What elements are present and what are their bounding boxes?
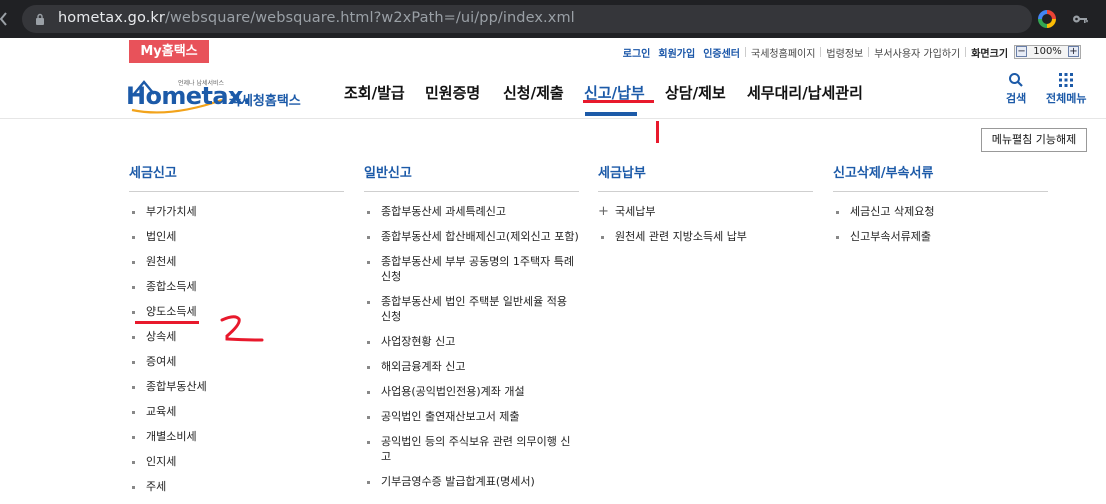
menu-list: 세금신고 삭제요청 신고부속서류제출 <box>833 204 1048 244</box>
login-link[interactable]: 로그인 <box>623 45 651 60</box>
search-icon <box>1009 73 1023 87</box>
logo-subtitle: 국세청홈택스 <box>229 94 301 109</box>
menu-item-income-tax[interactable]: 종합소득세 <box>129 279 344 294</box>
column-title[interactable]: 세금납부 <box>598 162 813 184</box>
menu-item-liquor-tax[interactable]: 주세 <box>129 479 344 494</box>
menu-item-local-income-tax-payment[interactable]: 원천세 관련 지방소득세 납부 <box>598 229 813 244</box>
header-divider <box>0 118 1106 119</box>
search-button[interactable]: 검색 <box>1006 72 1026 106</box>
gnb-item-certificate[interactable]: 민원증명 <box>425 82 480 106</box>
url-host: hometax.go.kr <box>58 10 165 26</box>
menu-item-crest-corporate-rate[interactable]: 종합부동산세 법인 주택분 일반세율 적용 신청 <box>364 294 579 324</box>
column-divider <box>364 191 579 192</box>
column-title[interactable]: 일반신고 <box>364 162 579 184</box>
zoom-in-button[interactable]: + <box>1068 46 1079 57</box>
browser-address-bar: hometax.go.kr/websquare/websquare.html?w… <box>0 0 1106 38</box>
menu-item-delete-request[interactable]: 세금신고 삭제요청 <box>833 204 1048 219</box>
menu-item-vat[interactable]: 부가가치세 <box>129 204 344 219</box>
menu-item-crest-joint-owner[interactable]: 종합부동산세 부부 공동명의 1주택자 특례 신청 <box>364 254 579 284</box>
gnb-item-inquiry[interactable]: 조회/발급 <box>344 82 405 106</box>
menu-item-overseas-account[interactable]: 해외금융계좌 신고 <box>364 359 579 374</box>
zoom-value: 100% <box>1033 46 1062 57</box>
hometax-logo[interactable]: 언제나 납세서비스 Hometax. 국세청홈택스 <box>126 72 312 116</box>
dept-user-signup-link[interactable]: 부서사용자 가입하기 <box>874 45 960 60</box>
divider <box>820 47 822 57</box>
menu-list: 종합부동산세 과세특례신고 종합부동산세 합산배제신고(제외신고 포함) 종합부… <box>364 204 579 489</box>
annotation-underline-report-payment <box>583 100 654 103</box>
menu-item-stamp-tax[interactable]: 인지세 <box>129 454 344 469</box>
gnb-item-application[interactable]: 신청/제출 <box>503 82 564 106</box>
key-icon[interactable] <box>1072 12 1088 26</box>
menu-item-business-account[interactable]: 사업용(공익법인전용)계좌 개설 <box>364 384 579 399</box>
url-path: /websquare/websquare.html?w2xPath=/ui/pp… <box>164 10 575 26</box>
menu-column-general-report: 일반신고 종합부동산세 과세특례신고 종합부동산세 합산배제신고(제외신고 포함… <box>364 162 579 499</box>
menu-item-individual-consumption-tax[interactable]: 개별소비세 <box>129 429 344 444</box>
gnb-item-tax-agent[interactable]: 세무대리/납세관리 <box>747 82 863 106</box>
nts-homepage-link[interactable]: 국세청홈페이지 <box>751 45 815 60</box>
google-icon[interactable] <box>1038 10 1056 28</box>
menu-item-attach-documents[interactable]: 신고부속서류제출 <box>833 229 1048 244</box>
menu-item-national-tax-payment[interactable]: 국세납부 <box>598 204 813 219</box>
all-menu-button[interactable]: 전체메뉴 <box>1046 72 1086 106</box>
search-label: 검색 <box>1006 92 1027 105</box>
divider <box>965 47 967 57</box>
my-hometax-tab[interactable]: My홈택스 <box>129 40 209 63</box>
menu-list: 부가가치세 법인세 원천세 종합소득세 양도소득세 상속세 증여세 종합부동산세… <box>129 204 344 494</box>
column-divider <box>833 191 1048 192</box>
cert-center-link[interactable]: 인증센터 <box>703 45 740 60</box>
zoom-out-button[interactable]: − <box>1016 46 1028 57</box>
gnb-active-indicator <box>585 112 637 116</box>
annotation-number-two <box>220 315 264 342</box>
gnb-item-consult[interactable]: 상담/제보 <box>665 82 726 106</box>
menu-item-corporate-tax[interactable]: 법인세 <box>129 229 344 244</box>
signup-link[interactable]: 회원가입 <box>658 45 695 60</box>
url-text: hometax.go.kr/websquare/websquare.html?w… <box>58 10 575 26</box>
annotation-number-one <box>656 121 659 143</box>
chevron-left-icon[interactable] <box>0 12 8 26</box>
menu-item-education-tax[interactable]: 교육세 <box>129 404 344 419</box>
menu-item-business-status[interactable]: 사업장현황 신고 <box>364 334 579 349</box>
menu-item-public-corp-stock[interactable]: 공익법인 등의 주식보유 관련 의무이행 신고 <box>364 434 579 464</box>
zoom-control: − 100% + <box>1014 45 1081 59</box>
menu-item-withholding-tax[interactable]: 원천세 <box>129 254 344 269</box>
menu-column-delete-attach: 신고삭제/부속서류 세금신고 삭제요청 신고부속서류제출 <box>833 162 1048 254</box>
all-menu-label: 전체메뉴 <box>1046 92 1087 105</box>
annotation-underline-capital-gains <box>135 321 199 324</box>
divider <box>745 47 747 57</box>
grid-menu-icon <box>1059 73 1074 87</box>
menu-fold-toggle-button[interactable]: 메뉴펼침 기능해제 <box>981 128 1087 152</box>
menu-column-tax-payment: 세금납부 국세납부 원천세 관련 지방소득세 납부 <box>598 162 813 254</box>
menu-item-donation-receipt[interactable]: 기부금영수증 발급합계표(명세서) <box>364 474 579 489</box>
lock-icon <box>36 13 44 25</box>
column-divider <box>129 191 344 192</box>
column-title[interactable]: 신고삭제/부속서류 <box>833 162 1048 184</box>
menu-item-gift-tax[interactable]: 증여세 <box>129 354 344 369</box>
column-divider <box>598 191 813 192</box>
column-title[interactable]: 세금신고 <box>129 162 344 184</box>
menu-item-crest-exclusion[interactable]: 종합부동산세 합산배제신고(제외신고 포함) <box>364 229 579 244</box>
divider <box>868 47 870 57</box>
menu-item-crest-special[interactable]: 종합부동산세 과세특례신고 <box>364 204 579 219</box>
screen-size-label: 화면크기 <box>971 48 1009 60</box>
url-field[interactable]: hometax.go.kr/websquare/websquare.html?w… <box>22 5 1032 33</box>
law-info-link[interactable]: 법령정보 <box>826 45 863 60</box>
utility-links: 로그인 회원가입 인증센터 국세청홈페이지 법령정보 부서사용자 가입하기 화면… <box>623 44 1081 60</box>
menu-list: 국세납부 원천세 관련 지방소득세 납부 <box>598 204 813 244</box>
menu-item-comprehensive-real-estate-tax[interactable]: 종합부동산세 <box>129 379 344 394</box>
menu-item-public-corp-report[interactable]: 공익법인 출연재산보고서 제출 <box>364 409 579 424</box>
